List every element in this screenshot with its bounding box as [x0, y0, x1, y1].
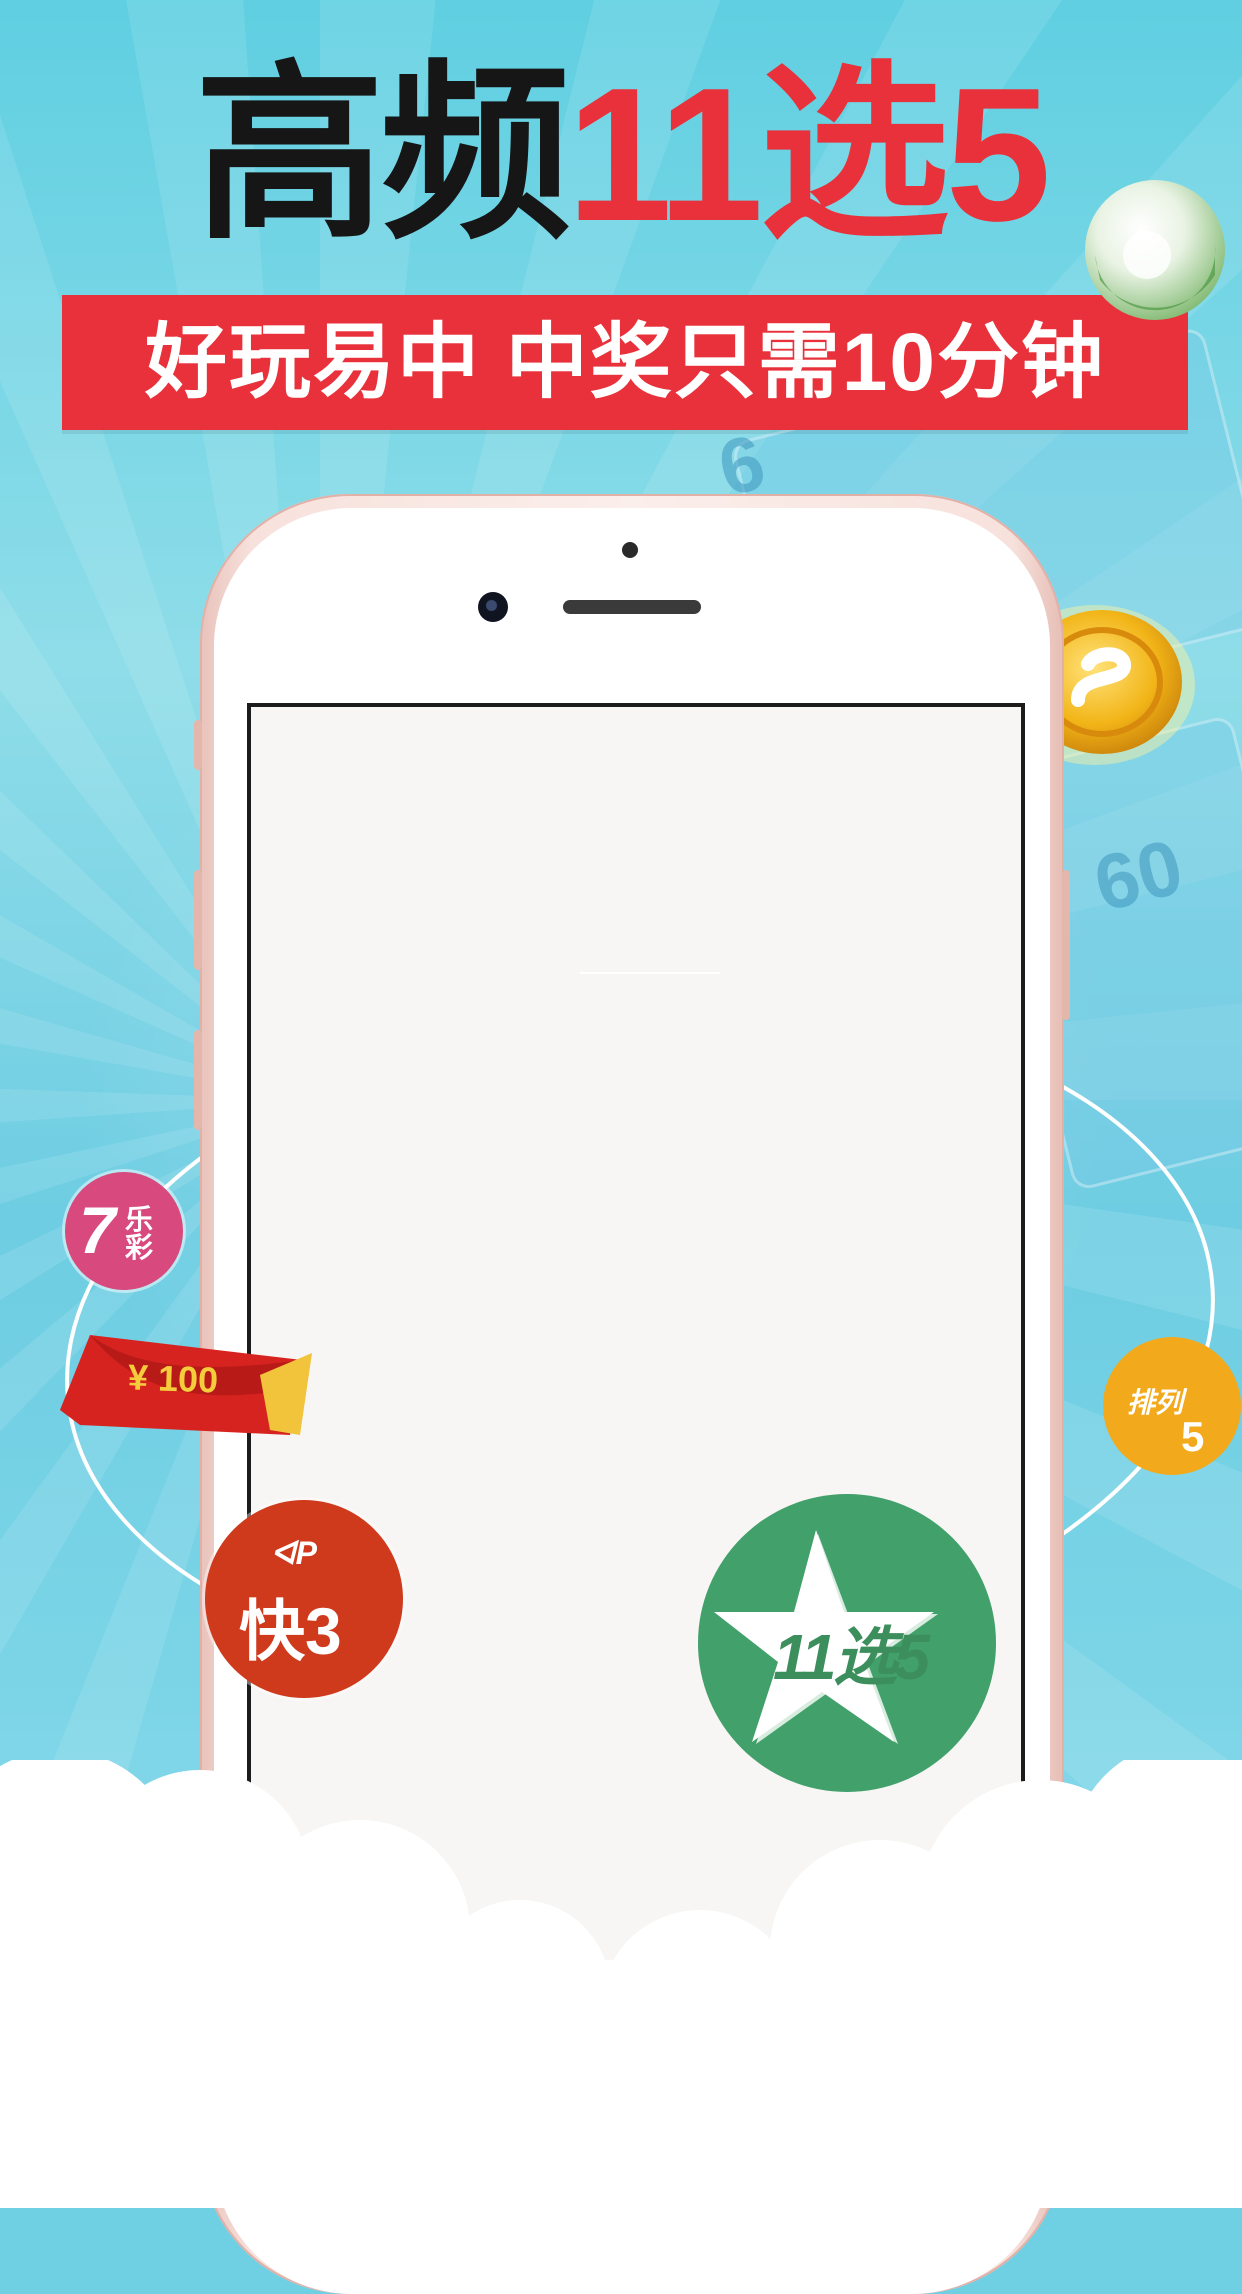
- qilecai-badge-number: 7: [79, 1193, 116, 1267]
- kuai3-badge-label: 快3: [239, 1594, 342, 1668]
- pailie5-badge-label: 排列: [1127, 1387, 1184, 1418]
- phone-earpiece: [563, 600, 701, 614]
- phone-side-button: [194, 870, 202, 970]
- phone-side-button: [1062, 870, 1070, 1020]
- clouds-decoration: [0, 1760, 1242, 2208]
- pailie5-badge: 排列 5: [1103, 1337, 1241, 1475]
- xuan11x5-badge: 11选5: [698, 1494, 996, 1792]
- phone-front-camera-icon: [478, 592, 508, 622]
- kuai3-badge-logo: ᐊP: [271, 1535, 317, 1571]
- qilecai-badge: 7 乐彩: [65, 1172, 183, 1290]
- phone-side-button: [194, 1030, 202, 1130]
- phone-side-button: [194, 720, 202, 770]
- phone-proximity-sensor: [622, 542, 638, 558]
- red-packet-amount: ¥ 100: [127, 1356, 219, 1401]
- xuan11x5-badge-label: 11选5: [772, 1621, 930, 1693]
- kuai3-badge: ᐊP 快3: [205, 1500, 403, 1698]
- qilecai-badge-label: 乐彩: [124, 1204, 153, 1263]
- pailie5-badge-number: 5: [1181, 1413, 1205, 1460]
- phone-screen-divider: [580, 972, 720, 974]
